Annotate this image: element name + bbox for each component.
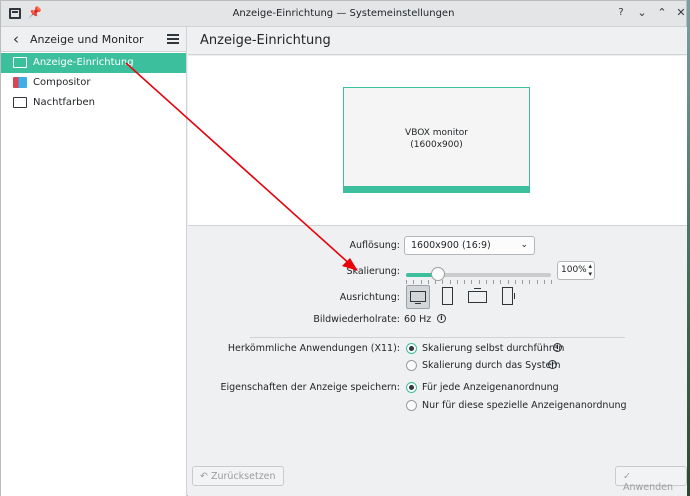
orientation-portrait-right-button[interactable] — [496, 285, 520, 309]
main-header: Anzeige-Einrichtung — [188, 27, 687, 55]
monitor-stand-icon — [514, 293, 515, 299]
slider-tick — [406, 280, 407, 284]
compositor-icon — [13, 77, 27, 88]
minimize-icon[interactable]: ⌄ — [635, 6, 649, 20]
help-icon[interactable]: ? — [614, 6, 628, 20]
maximize-icon[interactable]: ⌃ — [655, 6, 669, 20]
slider-tick — [413, 280, 414, 284]
info-icon[interactable]: i — [553, 343, 562, 352]
slider-tick — [471, 280, 472, 284]
slider-tick — [522, 280, 523, 284]
inverted-monitor-icon — [468, 291, 487, 303]
radio-scale-self[interactable] — [406, 343, 417, 354]
sidebar-item-label: Compositor — [33, 77, 91, 88]
slider-tick — [450, 280, 451, 284]
monitor-stand-icon — [415, 303, 421, 304]
reset-button-label: Zurücksetzen — [211, 471, 276, 482]
back-arrow-icon[interactable]: ‹ — [13, 30, 19, 48]
sidebar: ‹ Anzeige und Monitor Anzeige-Einrichtun… — [1, 27, 187, 496]
orientation-inverted-button[interactable] — [466, 285, 490, 309]
title-bar: 📌 Anzeige-Einrichtung — Systemeinstellun… — [1, 1, 686, 27]
slider-handle[interactable] — [430, 267, 445, 281]
chevron-down-icon: ⌄ — [520, 240, 528, 250]
slider-tick — [421, 280, 422, 284]
resolution-value: 1600x900 (16:9) — [411, 240, 491, 251]
landscape-monitor-icon — [410, 291, 426, 302]
radio-scale-system-label[interactable]: Skalierung durch das System — [422, 360, 561, 371]
resolution-label: Auflösung: — [349, 240, 400, 251]
slider-tick — [493, 280, 494, 284]
resolution-combobox[interactable]: 1600x900 (16:9) ⌄ — [404, 236, 535, 255]
monitor-primary-bar — [344, 186, 529, 192]
hamburger-menu-icon[interactable] — [167, 34, 179, 44]
monitor-label: VBOX monitor (1600x900) — [344, 127, 529, 151]
spin-arrows-icon[interactable]: ▴ ▾ — [588, 262, 592, 278]
legacy-apps-label: Herkömmliche Anwendungen (X11): — [227, 343, 400, 354]
settings-window: 📌 Anzeige-Einrichtung — Systemeinstellun… — [0, 0, 687, 496]
sidebar-title: Anzeige und Monitor — [30, 33, 144, 46]
monitor-name: VBOX monitor — [405, 128, 468, 138]
save-properties-label: Eigenschaften der Anzeige speichern: — [220, 382, 400, 393]
apply-button-label: Anwenden — [623, 482, 674, 493]
monitor-tile[interactable]: VBOX monitor (1600x900) — [343, 87, 530, 193]
apply-button[interactable]: ✓ Anwenden — [615, 466, 687, 493]
orientation-landscape-button[interactable] — [406, 285, 430, 309]
slider-tick — [428, 280, 429, 284]
monitor-preview-area: VBOX monitor (1600x900) — [188, 56, 687, 226]
page-title: Anzeige-Einrichtung — [200, 33, 331, 48]
refresh-rate-value: 60 Hz — [404, 314, 432, 325]
refresh-rate-label: Bildwiederholrate: — [313, 314, 400, 325]
scale-slider[interactable] — [406, 267, 552, 284]
monitor-icon — [13, 57, 27, 68]
slider-tick — [479, 280, 480, 284]
slider-tick — [515, 280, 516, 284]
checkmark-icon: ✓ — [623, 471, 631, 482]
sidebar-item-label: Anzeige-Einrichtung — [33, 57, 134, 68]
slider-ticks — [406, 280, 552, 284]
sidebar-item-label: Nachtfarben — [33, 97, 95, 108]
radio-every-arrangement[interactable] — [406, 382, 417, 393]
sidebar-item-anzeige-einrichtung[interactable]: Anzeige-Einrichtung — [1, 53, 186, 73]
slider-tick — [464, 280, 465, 284]
scale-label: Skalierung: — [346, 266, 401, 277]
portrait-left-icon — [442, 287, 453, 305]
reset-button[interactable]: ↶ Zurücksetzen — [192, 466, 284, 486]
slider-tick — [442, 280, 443, 284]
slider-tick — [544, 280, 545, 284]
scale-spinbox[interactable]: 100% ▴ ▾ — [557, 261, 595, 280]
slider-tick — [537, 280, 538, 284]
slider-tick — [508, 280, 509, 284]
divider — [250, 337, 625, 338]
slider-tick — [529, 280, 530, 284]
radio-scale-system[interactable] — [406, 360, 417, 371]
slider-tick — [457, 280, 458, 284]
orientation-portrait-left-button[interactable] — [436, 285, 460, 309]
monitor-icon — [13, 97, 27, 108]
scale-value: 100% — [561, 265, 587, 275]
info-icon[interactable]: i — [548, 360, 557, 369]
window-title: Anzeige-Einrichtung — Systemeinstellunge… — [232, 8, 455, 19]
info-icon[interactable]: i — [437, 314, 446, 323]
slider-tick — [551, 280, 552, 284]
undo-icon: ↶ — [200, 471, 208, 482]
main-panel: Anzeige-Einrichtung VBOX monitor (1600x9… — [188, 27, 687, 496]
sidebar-header: ‹ Anzeige und Monitor — [1, 27, 186, 52]
slider-tick — [486, 280, 487, 284]
sidebar-item-nachtfarben[interactable]: Nachtfarben — [1, 93, 186, 113]
monitor-stand-icon — [474, 288, 481, 289]
close-icon[interactable]: ✕ — [674, 6, 688, 20]
portrait-right-icon — [502, 287, 513, 305]
radio-this-arrangement[interactable] — [406, 400, 417, 411]
radio-scale-self-label[interactable]: Skalierung selbst durchführen — [422, 343, 564, 354]
orientation-label: Ausrichtung: — [339, 292, 400, 303]
sidebar-item-compositor[interactable]: Compositor — [1, 73, 186, 93]
monitor-resolution: (1600x900) — [410, 140, 463, 150]
radio-every-arrangement-label[interactable]: Für jede Anzeigenanordnung — [422, 382, 559, 393]
radio-this-arrangement-label[interactable]: Nur für diese spezielle Anzeigenanordnun… — [422, 400, 627, 411]
slider-tick — [500, 280, 501, 284]
